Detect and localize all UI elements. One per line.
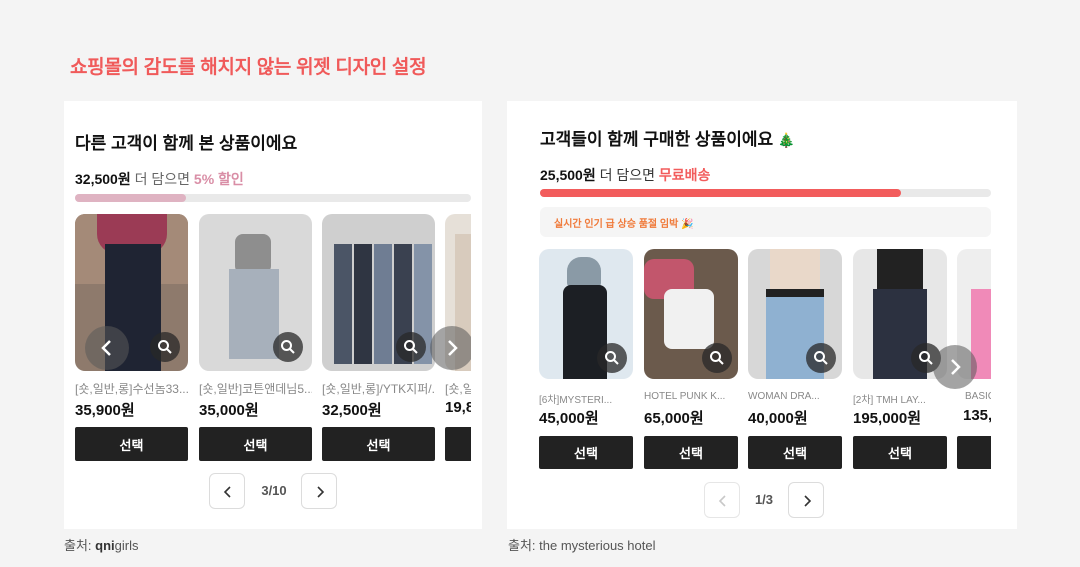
product-name[interactable]: WOMAN DRA...: [748, 391, 842, 402]
pager-indicator: 1/3: [754, 492, 774, 507]
select-button[interactable]: 선택: [445, 427, 471, 461]
chevron-right-icon: [448, 340, 458, 356]
select-button[interactable]: 선택: [957, 436, 991, 469]
right-progress-middle: 더 담으면: [595, 167, 659, 183]
right-progress-amount: 25,500원: [540, 167, 596, 183]
product-price: 135,0: [963, 407, 991, 424]
left-product-strip: [숏,일반,롱]수선놈33... 35,900원 선택 [숏,일반]코튼앤데님5…: [75, 214, 471, 464]
right-widget-title: 고객들이 함께 구매한 상품이에요 🎄: [540, 125, 795, 150]
chevron-left-icon: [223, 486, 231, 498]
select-button[interactable]: 선택: [853, 436, 947, 469]
tree-icon: 🎄: [777, 132, 796, 148]
search-icon: [404, 340, 418, 354]
zoom-button[interactable]: [273, 332, 303, 362]
product-price: 19,8: [445, 399, 471, 416]
left-source-caption: 출처: qnigirls: [64, 535, 139, 554]
source-name: qni: [95, 538, 115, 553]
product-image[interactable]: [539, 249, 633, 379]
product-price: 65,000원: [644, 410, 704, 427]
right-widget-card: 고객들이 함께 구매한 상품이에요 🎄 25,500원 더 담으면 무료배송 실…: [507, 101, 1017, 529]
chevron-left-icon: [718, 495, 726, 507]
product-price: 32,500원: [322, 402, 382, 419]
select-button[interactable]: 선택: [748, 436, 842, 469]
product-name[interactable]: BASIC: [957, 391, 991, 402]
product-name[interactable]: [숏,일반,롱]수선놈33...: [75, 380, 188, 397]
zoom-button[interactable]: [150, 332, 180, 362]
left-progress-benefit: 5% 할인: [193, 171, 244, 187]
product-image[interactable]: [748, 249, 842, 379]
product-name[interactable]: [숏,일: [445, 380, 471, 397]
product-name[interactable]: [2차] TMH LAY...: [853, 391, 947, 406]
search-icon: [281, 340, 295, 354]
search-icon: [919, 351, 933, 365]
search-icon: [814, 351, 828, 365]
select-button[interactable]: 선택: [199, 427, 312, 461]
chevron-right-icon: [317, 486, 325, 498]
left-progress-amount: 32,500원: [75, 171, 131, 187]
right-progress-fill: [540, 189, 901, 197]
product-price: 40,000원: [748, 410, 808, 427]
pager-next-button[interactable]: [301, 473, 337, 509]
product-image[interactable]: [644, 249, 738, 379]
product-name[interactable]: [6차]MYSTERI...: [539, 391, 633, 406]
product-price: 35,000원: [199, 402, 259, 419]
pager-prev-button[interactable]: [209, 473, 245, 509]
product-price: 45,000원: [539, 410, 599, 427]
product-image[interactable]: [199, 214, 312, 371]
product-price: 195,000원: [853, 410, 922, 427]
source-prefix: 출처:: [64, 538, 96, 553]
left-progress-text: 32,500원 더 담으면 5% 할인: [75, 169, 244, 189]
select-button[interactable]: 선택: [539, 436, 633, 469]
select-button[interactable]: 선택: [75, 427, 188, 461]
zoom-button[interactable]: [806, 343, 836, 373]
left-widget-title: 다른 고객이 함께 본 상품이에요: [75, 134, 298, 153]
product-name[interactable]: [숏,일반,롱]/YTK지퍼/...: [322, 380, 435, 397]
pager-next-button[interactable]: [788, 482, 824, 518]
pager-indicator: 3/10: [261, 483, 287, 498]
left-progress-fill: [75, 194, 186, 202]
right-progress-track: [540, 189, 991, 197]
right-progress-text: 25,500원 더 담으면 무료배송: [540, 165, 710, 185]
zoom-button[interactable]: [396, 332, 426, 362]
source-suffix: girls: [114, 538, 139, 553]
search-icon: [158, 340, 172, 354]
pager-prev-button[interactable]: [704, 482, 740, 518]
zoom-button[interactable]: [597, 343, 627, 373]
right-progress-benefit: 무료배송: [658, 167, 711, 183]
right-title-text: 고객들이 함께 구매한 상품이에요: [540, 130, 774, 149]
right-product-strip: [6차]MYSTERI... 45,000원 선택 HOTEL PUNK K..…: [539, 249, 991, 471]
left-progress-middle: 더 담으면: [130, 171, 194, 187]
product-name[interactable]: [숏,일반]코튼앤데님5...: [199, 380, 312, 397]
carousel-prev-arrow[interactable]: [85, 326, 129, 370]
popularity-banner: 실시간 인기 급 상승 품절 임박 🎉: [540, 207, 991, 237]
product-image[interactable]: [853, 249, 947, 379]
page-headline: 쇼핑몰의 감도를 해치지 않는 위젯 디자인 설정: [70, 57, 427, 78]
left-progress-track: [75, 194, 471, 202]
product-price: 35,900원: [75, 402, 135, 419]
carousel-next-arrow[interactable]: [430, 326, 471, 370]
product-image[interactable]: [322, 214, 435, 371]
select-button[interactable]: 선택: [322, 427, 435, 461]
product-name[interactable]: HOTEL PUNK K...: [644, 391, 738, 402]
right-source-caption: 출처: the mysterious hotel: [508, 538, 656, 553]
carousel-next-arrow[interactable]: [933, 345, 977, 389]
zoom-button[interactable]: [702, 343, 732, 373]
chevron-right-icon: [951, 359, 961, 375]
chevron-right-icon: [804, 495, 812, 507]
select-button[interactable]: 선택: [644, 436, 738, 469]
search-icon: [710, 351, 724, 365]
left-widget-card: 다른 고객이 함께 본 상품이에요 32,500원 더 담으면 5% 할인 [숏…: [64, 101, 482, 529]
search-icon: [605, 351, 619, 365]
chevron-left-icon: [101, 340, 111, 356]
